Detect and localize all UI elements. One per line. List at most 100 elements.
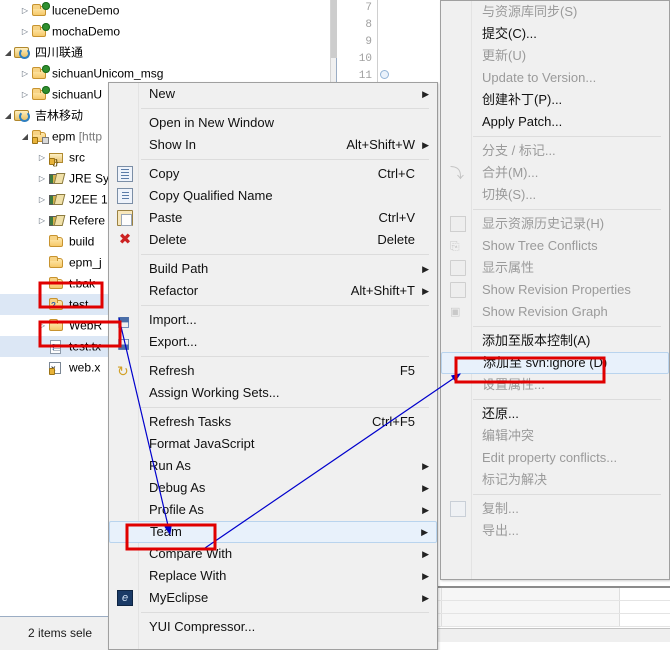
tree-expander-icon[interactable]: ◢ xyxy=(2,105,14,126)
submenu-item-label: Show Revision Graph xyxy=(482,304,608,319)
library-icon xyxy=(48,213,66,228)
menu-item-shortcut: Ctrl+F5 xyxy=(372,414,415,429)
menu-item-new[interactable]: New ▶ xyxy=(109,83,437,105)
submenu-item: 编辑冲突 xyxy=(441,425,669,447)
line-number: 8 xyxy=(365,19,372,31)
tree-item[interactable]: ◢ 四川联通 xyxy=(0,42,336,63)
chevron-right-icon: ▶ xyxy=(422,549,429,559)
tree-expander-icon[interactable]: ▷ xyxy=(19,21,31,42)
submenu-item[interactable]: 创建补丁(P)... xyxy=(441,89,669,111)
unversioned-file-icon: ? xyxy=(48,339,66,355)
table-cell xyxy=(442,601,620,613)
menu-separator xyxy=(141,254,429,255)
menu-item-assign-working-sets[interactable]: Assign Working Sets... xyxy=(109,382,437,404)
menu-item-label: Refresh xyxy=(149,363,195,378)
tree-item-label: JRE Sy xyxy=(69,171,110,186)
submenu-item[interactable]: 添加至 svn:ignore (D) xyxy=(441,352,669,374)
tree-item[interactable]: ▷ sichuanUnicom_msg xyxy=(0,63,336,84)
submenu-item: Edit property conflicts... xyxy=(441,447,669,469)
menu-item-export[interactable]: Export... xyxy=(109,331,437,354)
table-cell xyxy=(620,614,670,626)
team-svn-submenu[interactable]: 与资源库同步(S) 提交(C)... 更新(U) Update to Version.… xyxy=(440,0,670,580)
menu-item-delete[interactable]: ✖ Delete Delete xyxy=(109,229,437,251)
merge-icon: ⤵ xyxy=(450,165,464,181)
menu-item-team[interactable]: Team ▶ xyxy=(109,521,437,543)
menu-item-myeclipse[interactable]: e MyEclipse ▶ xyxy=(109,587,437,609)
submenu-item: 更新(U) xyxy=(441,45,669,67)
submenu-item[interactable]: 还原... xyxy=(441,403,669,425)
submenu-item-label: Update to Version... xyxy=(482,70,597,85)
menu-item-open-in-new-window[interactable]: Open in New Window xyxy=(109,112,437,134)
menu-item-label: Copy Qualified Name xyxy=(149,188,273,203)
menu-item-profile-as[interactable]: Profile As ▶ xyxy=(109,499,437,521)
tree-item[interactable]: ▷ luceneDemo xyxy=(0,0,336,21)
menu-item-label: Paste xyxy=(149,210,183,225)
export-icon xyxy=(117,332,133,354)
menu-item-paste[interactable]: Paste Ctrl+V xyxy=(109,207,437,229)
menu-separator xyxy=(141,612,429,613)
menu-item-copy[interactable]: Copy Ctrl+C xyxy=(109,163,437,185)
xml-file-icon: x xyxy=(48,360,66,376)
menu-item-debug-as[interactable]: Debug As ▶ xyxy=(109,477,437,499)
menu-item-label: Show In xyxy=(149,137,196,152)
menu-item-replace-with[interactable]: Replace With ▶ xyxy=(109,565,437,587)
submenu-item-label: 复制... xyxy=(482,501,519,516)
menu-item-import[interactable]: Import... xyxy=(109,309,437,332)
tree-expander-icon[interactable]: ▷ xyxy=(36,315,48,336)
menu-item-compare-with[interactable]: Compare With ▶ xyxy=(109,543,437,565)
submenu-item-label: 合并(M)... xyxy=(482,165,539,180)
menu-item-refresh[interactable]: ↻ Refresh F5 xyxy=(109,360,437,382)
tree-expander-icon[interactable]: ▷ xyxy=(36,210,48,231)
tree-item-label: epm_j xyxy=(69,255,102,270)
line-number-gutter: 7 8 9 10 11 xyxy=(337,0,375,86)
copy-qualified-name-icon xyxy=(117,188,133,204)
tree-expander-icon[interactable]: ◢ xyxy=(2,42,14,63)
menu-item-build-path[interactable]: Build Path ▶ xyxy=(109,258,437,280)
tree-item-label: epm [http xyxy=(52,129,103,144)
submenu-item-label: 显示资源历史记录(H) xyxy=(482,216,605,231)
menu-item-copy-qualified-name[interactable]: Copy Qualified Name xyxy=(109,185,437,207)
menu-item-refresh-tasks[interactable]: Refresh Tasks Ctrl+F5 xyxy=(109,411,437,433)
submenu-separator xyxy=(473,326,661,327)
table-row[interactable] xyxy=(437,614,670,627)
code-fold-icon[interactable] xyxy=(380,70,389,79)
submenu-item: ▣ Show Revision Graph xyxy=(441,301,669,323)
tree-item-label: test.tx xyxy=(69,339,102,354)
tree-expander-icon[interactable]: ▷ xyxy=(36,189,48,210)
code-editor[interactable]: 7 8 9 10 11 xyxy=(336,0,452,86)
tree-item-label: luceneDemo xyxy=(52,3,120,18)
line-number: 7 xyxy=(365,2,372,14)
menu-item-refactor[interactable]: Refactor Alt+Shift+T ▶ xyxy=(109,280,437,302)
menu-item-format-javascript[interactable]: Format JavaScript xyxy=(109,433,437,455)
menu-item-label: Export... xyxy=(149,334,198,349)
tree-expander-icon[interactable]: ▷ xyxy=(19,0,31,21)
menu-item-shortcut: Alt+Shift+W xyxy=(346,137,415,152)
menu-item-shortcut: Delete xyxy=(377,232,415,247)
properties-table-view[interactable] xyxy=(437,586,670,642)
menu-item-label: Format JavaScript xyxy=(149,436,255,451)
tree-expander-icon[interactable]: ▷ xyxy=(19,63,31,84)
tree-expander-icon[interactable]: ◢ xyxy=(19,126,31,147)
submenu-item[interactable]: 添加至版本控制(A) xyxy=(441,330,669,352)
submenu-item[interactable]: 提交(C)... xyxy=(441,23,669,45)
table-row[interactable] xyxy=(437,588,670,601)
tree-expander-icon[interactable]: ▷ xyxy=(19,84,31,105)
scrollbar-thumb[interactable] xyxy=(331,0,337,58)
menu-item-run-as[interactable]: Run As ▶ xyxy=(109,455,437,477)
menu-item-show-in[interactable]: Show In Alt+Shift+W ▶ xyxy=(109,134,437,156)
tree-item[interactable]: ▷ mochaDemo xyxy=(0,21,336,42)
submenu-item[interactable]: Apply Patch... xyxy=(441,111,669,133)
table-row[interactable] xyxy=(437,601,670,614)
tree-expander-icon[interactable]: ▷ xyxy=(36,147,48,168)
submenu-separator xyxy=(473,209,661,210)
menu-item-yui-compressor[interactable]: YUI Compressor... xyxy=(109,616,437,638)
menu-item-label: Profile As xyxy=(149,502,204,517)
table-footer xyxy=(437,628,670,642)
tree-expander-icon[interactable]: ▷ xyxy=(36,168,48,189)
explorer-vertical-scrollbar[interactable] xyxy=(330,0,337,86)
tree-item-label: sichuanUnicom_msg xyxy=(52,66,164,81)
eclipse-window: ▷ luceneDemo ▷ mochaDemo ◢ 四川联通 ▷ sichuanUnicom… xyxy=(0,0,670,650)
gutter-divider xyxy=(377,0,378,86)
eclipse-context-menu[interactable]: New ▶ Open in New Window Show In Alt+Shift+W… xyxy=(108,82,438,650)
submenu-item: Update to Version... xyxy=(441,67,669,89)
